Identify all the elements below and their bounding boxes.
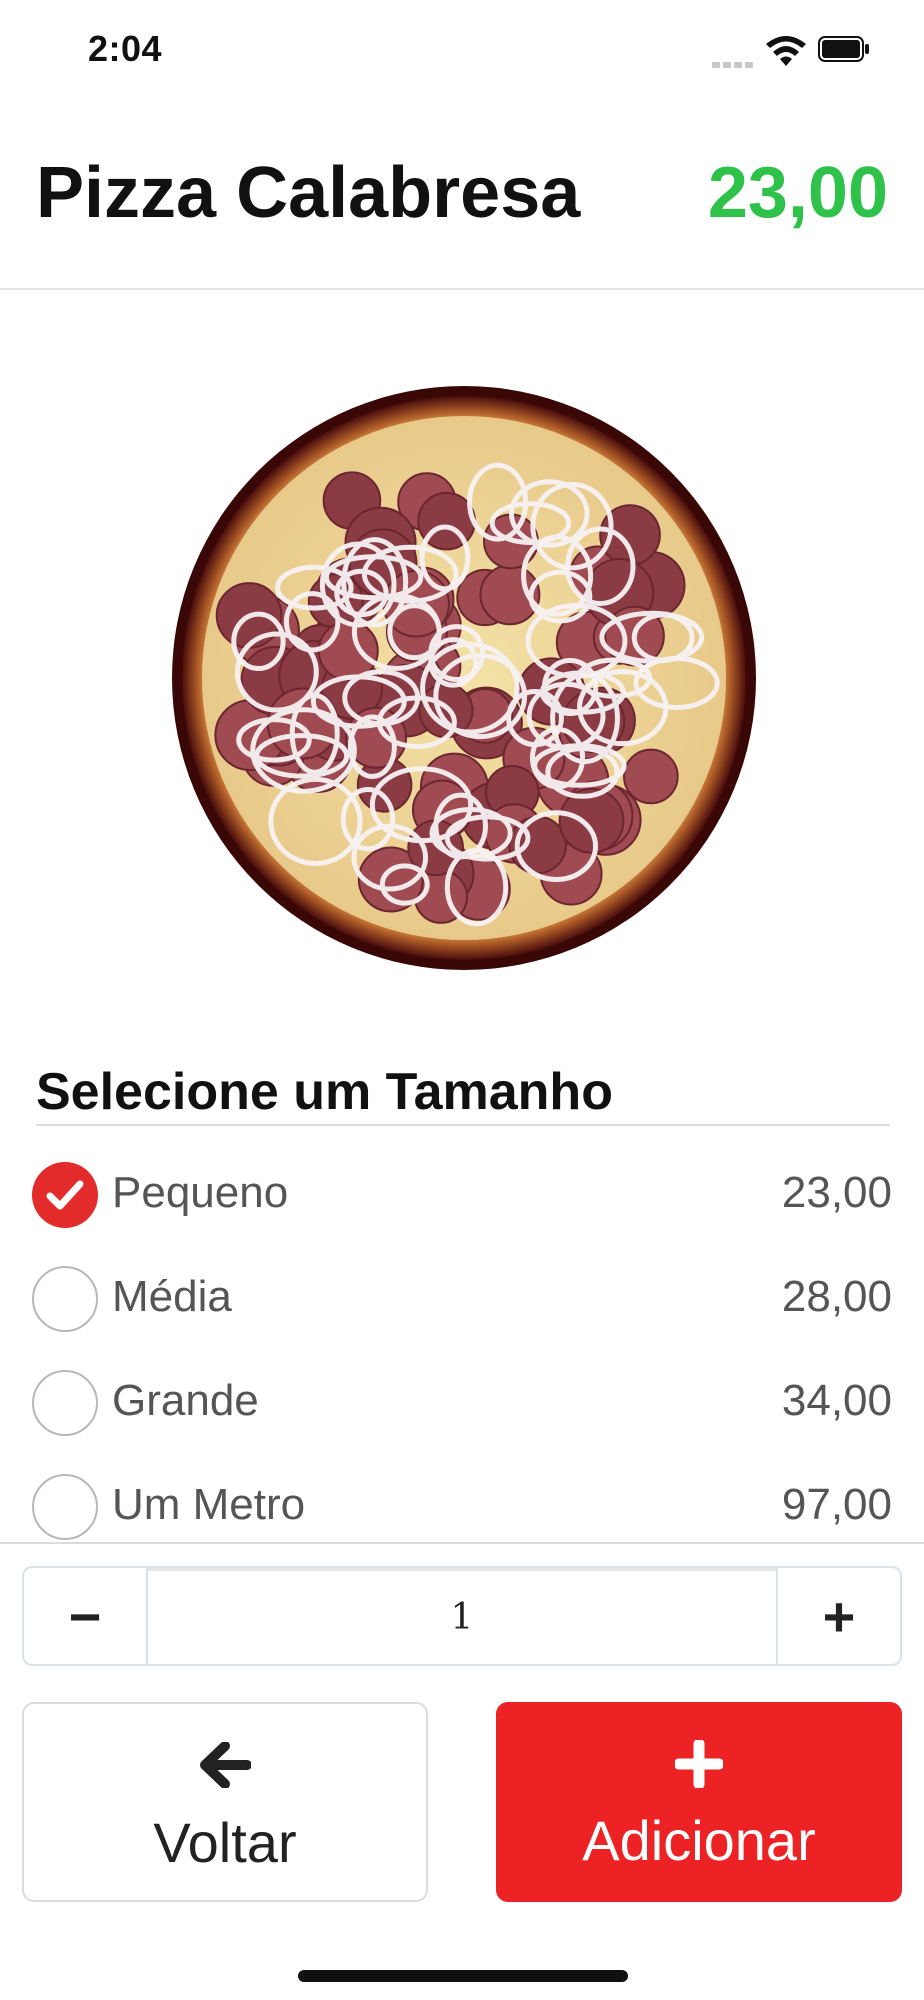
status-time: 2:04 [88,28,163,69]
size-section-title: Selecione um Tamanho [36,1063,613,1121]
wifi-icon [766,36,806,66]
section-divider [36,1124,890,1126]
quantity-stepper: − 1 + [22,1566,902,1666]
decrement-button[interactable]: − [24,1568,148,1664]
product-price: 23,00 [707,153,888,233]
status-bar: 2:04 [0,0,924,100]
increment-button[interactable]: + [776,1568,900,1664]
battery-icon [818,36,869,62]
size-option-label: Grande [112,1376,259,1425]
check-icon [46,1180,84,1210]
size-option-pequeno[interactable]: Pequeno 23,00 [32,1162,892,1234]
add-button-label: Adicionar [582,1809,816,1872]
add-button[interactable]: Adicionar [496,1702,902,1902]
size-option-label: Média [112,1272,232,1321]
radio-checked[interactable] [32,1162,98,1228]
size-option-media[interactable]: Média 28,00 [32,1266,892,1338]
arrow-left-icon [24,1742,426,1788]
radio-unchecked[interactable] [32,1370,98,1436]
quantity-value[interactable]: 1 [148,1568,776,1664]
size-option-grande[interactable]: Grande 34,00 [32,1370,892,1442]
home-indicator [298,1970,628,1982]
product-header: Pizza Calabresa 23,00 [0,100,924,290]
size-option-um-metro[interactable]: Um Metro 97,00 [32,1474,892,1546]
size-option-price: 97,00 [781,1480,892,1529]
size-option-label: Um Metro [112,1480,306,1529]
cellular-signal-icon [712,55,756,68]
back-button-label: Voltar [153,1811,297,1874]
list-divider [0,1542,924,1544]
product-name: Pizza Calabresa [36,153,581,233]
radio-unchecked[interactable] [32,1266,98,1332]
radio-unchecked[interactable] [32,1474,98,1540]
size-option-price: 34,00 [781,1376,892,1425]
size-option-price: 28,00 [781,1272,892,1321]
plus-icon [496,1740,902,1788]
size-option-price: 23,00 [781,1168,892,1217]
back-button[interactable]: Voltar [22,1702,428,1902]
size-option-label: Pequeno [112,1168,289,1217]
product-image [170,384,758,972]
